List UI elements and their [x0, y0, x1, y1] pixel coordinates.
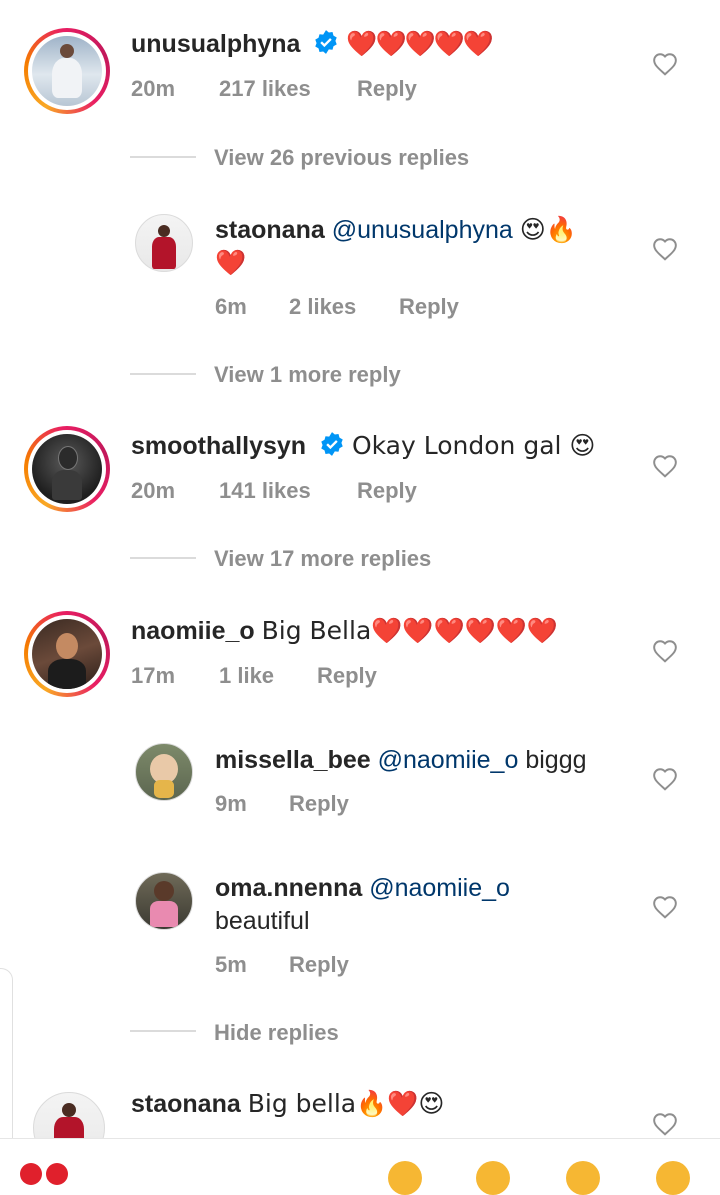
- comment-username[interactable]: smoothallysyn: [131, 432, 306, 460]
- like-heart-icon[interactable]: [652, 237, 678, 261]
- reply-button[interactable]: Reply: [289, 791, 349, 817]
- like-heart-icon[interactable]: [652, 1112, 678, 1136]
- comment-mention[interactable]: @naomiie_o: [369, 874, 510, 902]
- comment-time: 6m: [215, 294, 247, 319]
- comment-likes[interactable]: 1 like: [219, 663, 274, 689]
- view-replies-link[interactable]: View 1 more reply: [214, 362, 401, 388]
- comment-mention[interactable]: @naomiie_o: [378, 746, 519, 774]
- comment-text-continued: ❤️: [215, 248, 246, 277]
- reply-button[interactable]: Reply: [357, 478, 417, 504]
- reaction-face-icon[interactable]: [566, 1161, 600, 1195]
- comment-time: 20m: [131, 478, 176, 503]
- comment-username[interactable]: naomiie_o: [131, 617, 255, 645]
- comment-mention[interactable]: @unusualphyna: [332, 216, 513, 244]
- verified-badge-icon: [313, 29, 339, 63]
- comment-text: 😍🔥: [519, 215, 577, 244]
- comment-text: Okay London gal 😍: [351, 431, 596, 460]
- like-heart-icon[interactable]: [652, 639, 678, 663]
- comment-likes[interactable]: 2 likes: [289, 294, 356, 320]
- reply-button[interactable]: Reply: [289, 952, 349, 978]
- comment-likes[interactable]: 217 likes: [219, 76, 311, 102]
- reaction-face-icon[interactable]: [388, 1161, 422, 1195]
- avatar-unusualphyna[interactable]: [24, 28, 110, 114]
- replies-divider: [130, 1030, 196, 1032]
- like-heart-icon[interactable]: [652, 454, 678, 478]
- reply-button[interactable]: Reply: [357, 76, 417, 102]
- avatar-oma-nnenna[interactable]: [135, 872, 193, 930]
- comment-text: biggg: [525, 746, 587, 774]
- reply-button[interactable]: Reply: [399, 294, 459, 320]
- replies-divider: [130, 373, 196, 375]
- comment-username[interactable]: oma.nnenna: [215, 874, 362, 902]
- like-heart-icon[interactable]: [652, 52, 678, 76]
- avatar-naomiie-o[interactable]: [24, 611, 110, 697]
- verified-badge-icon: [319, 431, 345, 465]
- view-replies-link[interactable]: View 26 previous replies: [214, 145, 469, 171]
- comment-text: ❤️❤️❤️❤️❤️: [346, 29, 494, 58]
- avatar-staonana[interactable]: [135, 214, 193, 272]
- reaction-face-icon[interactable]: [656, 1161, 690, 1195]
- like-heart-icon[interactable]: [652, 767, 678, 791]
- avatar-smoothallysyn[interactable]: [24, 426, 110, 512]
- comment-text: Big Bella❤️❤️❤️❤️❤️❤️: [261, 616, 559, 645]
- comment-text: Big bella🔥❤️😍: [247, 1089, 445, 1118]
- hide-replies-link[interactable]: Hide replies: [214, 1020, 339, 1046]
- comment-username[interactable]: missella_bee: [215, 746, 371, 774]
- reaction-heart-icon[interactable]: [20, 1163, 42, 1185]
- reply-button[interactable]: Reply: [317, 663, 377, 689]
- comment-username[interactable]: staonana: [215, 216, 325, 244]
- replies-divider: [130, 557, 196, 559]
- replies-divider: [130, 156, 196, 158]
- comment-time: 9m: [215, 791, 247, 816]
- comment-likes[interactable]: 141 likes: [219, 478, 311, 504]
- comment-time: 5m: [215, 952, 247, 977]
- avatar-missella-bee[interactable]: [135, 743, 193, 801]
- comment-username[interactable]: staonana: [131, 1090, 241, 1118]
- reaction-hands-icon[interactable]: [46, 1163, 68, 1185]
- comment-text: beautiful: [215, 907, 310, 935]
- comment-username[interactable]: unusualphyna: [131, 30, 300, 58]
- like-heart-icon[interactable]: [652, 895, 678, 919]
- reaction-face-icon[interactable]: [476, 1161, 510, 1195]
- comment-time: 17m: [131, 663, 176, 688]
- comment-time: 20m: [131, 76, 176, 101]
- emoji-reaction-bar: [0, 1138, 720, 1195]
- view-replies-link[interactable]: View 17 more replies: [214, 546, 431, 572]
